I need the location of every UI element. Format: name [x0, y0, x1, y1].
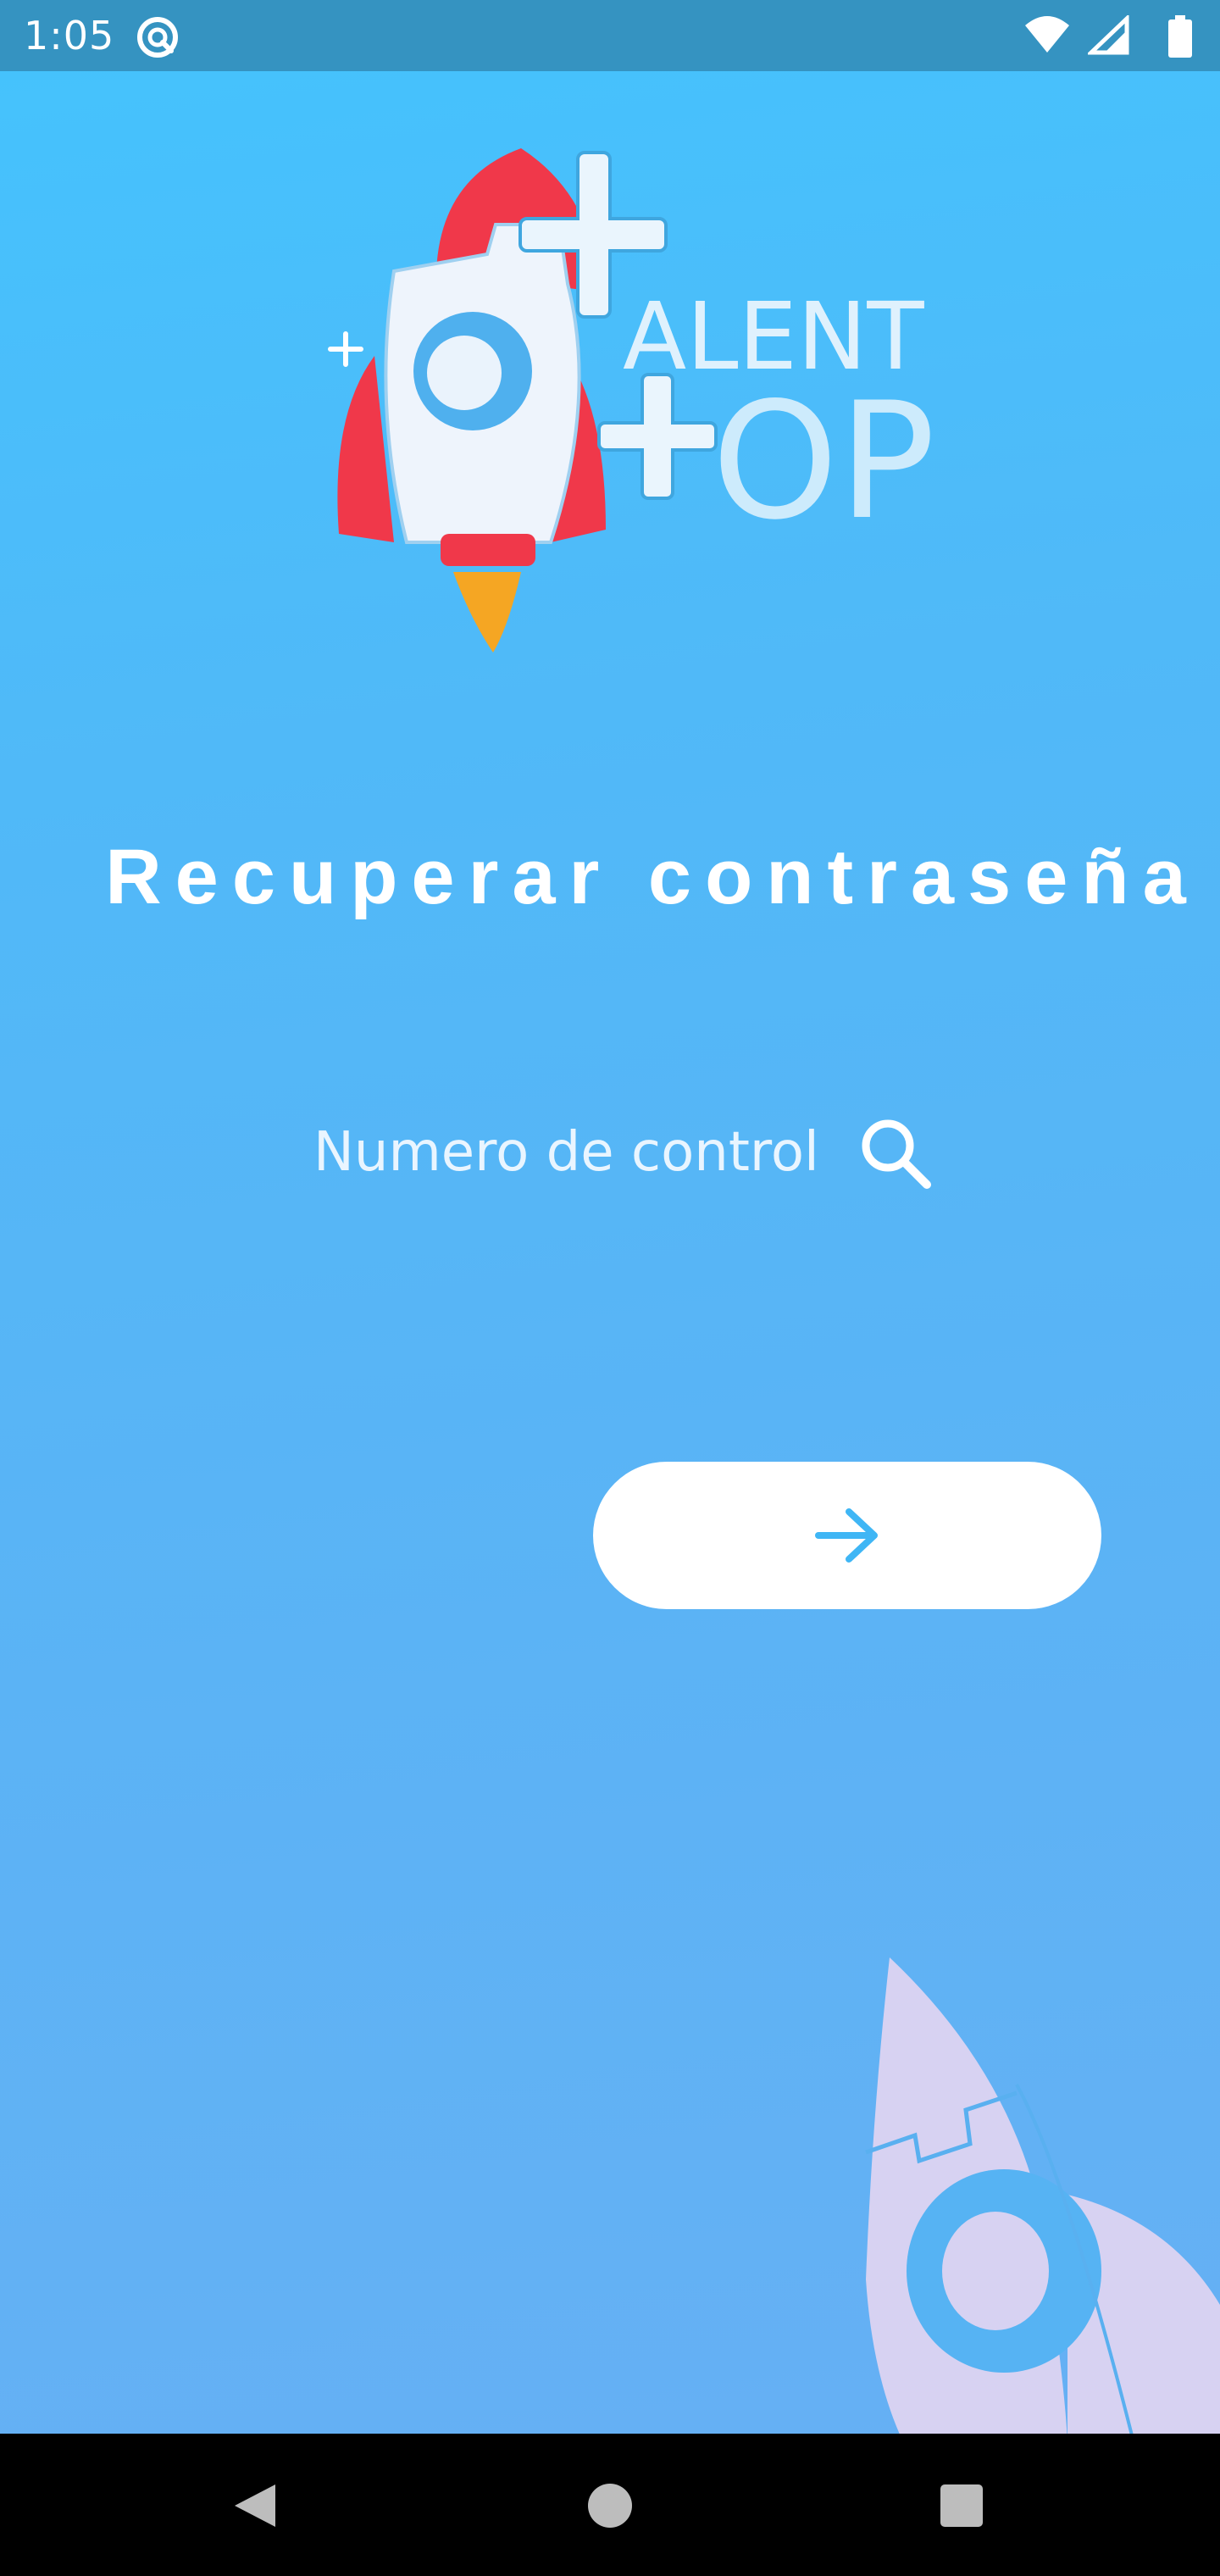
cell-signal-icon — [1088, 15, 1129, 55]
logo-text-top: OP — [712, 368, 935, 555]
status-bar: 1:05 — [0, 0, 1220, 71]
arrow-right-icon — [815, 1508, 878, 1563]
back-icon[interactable] — [216, 2468, 292, 2544]
status-time: 1:05 — [24, 13, 115, 58]
search-icon[interactable] — [856, 1113, 935, 1193]
home-icon[interactable] — [572, 2468, 648, 2544]
battery-icon — [1168, 15, 1192, 58]
app-screen: 1:05 ALENT OP Recuperar contraseña Numer… — [0, 0, 1220, 2434]
control-number-input[interactable] — [313, 1102, 822, 1203]
recents-icon[interactable] — [923, 2468, 1000, 2544]
wifi-icon — [1025, 16, 1069, 53]
navigation-bar — [0, 2434, 1220, 2576]
control-number-field — [313, 1102, 940, 1203]
page-title: Recuperar contraseña — [105, 834, 1200, 920]
submit-button[interactable] — [593, 1462, 1101, 1609]
app-notification-icon — [137, 17, 178, 58]
rocket-logo: ALENT OP — [328, 148, 935, 652]
background-rocket-illustration — [865, 1957, 1220, 2434]
